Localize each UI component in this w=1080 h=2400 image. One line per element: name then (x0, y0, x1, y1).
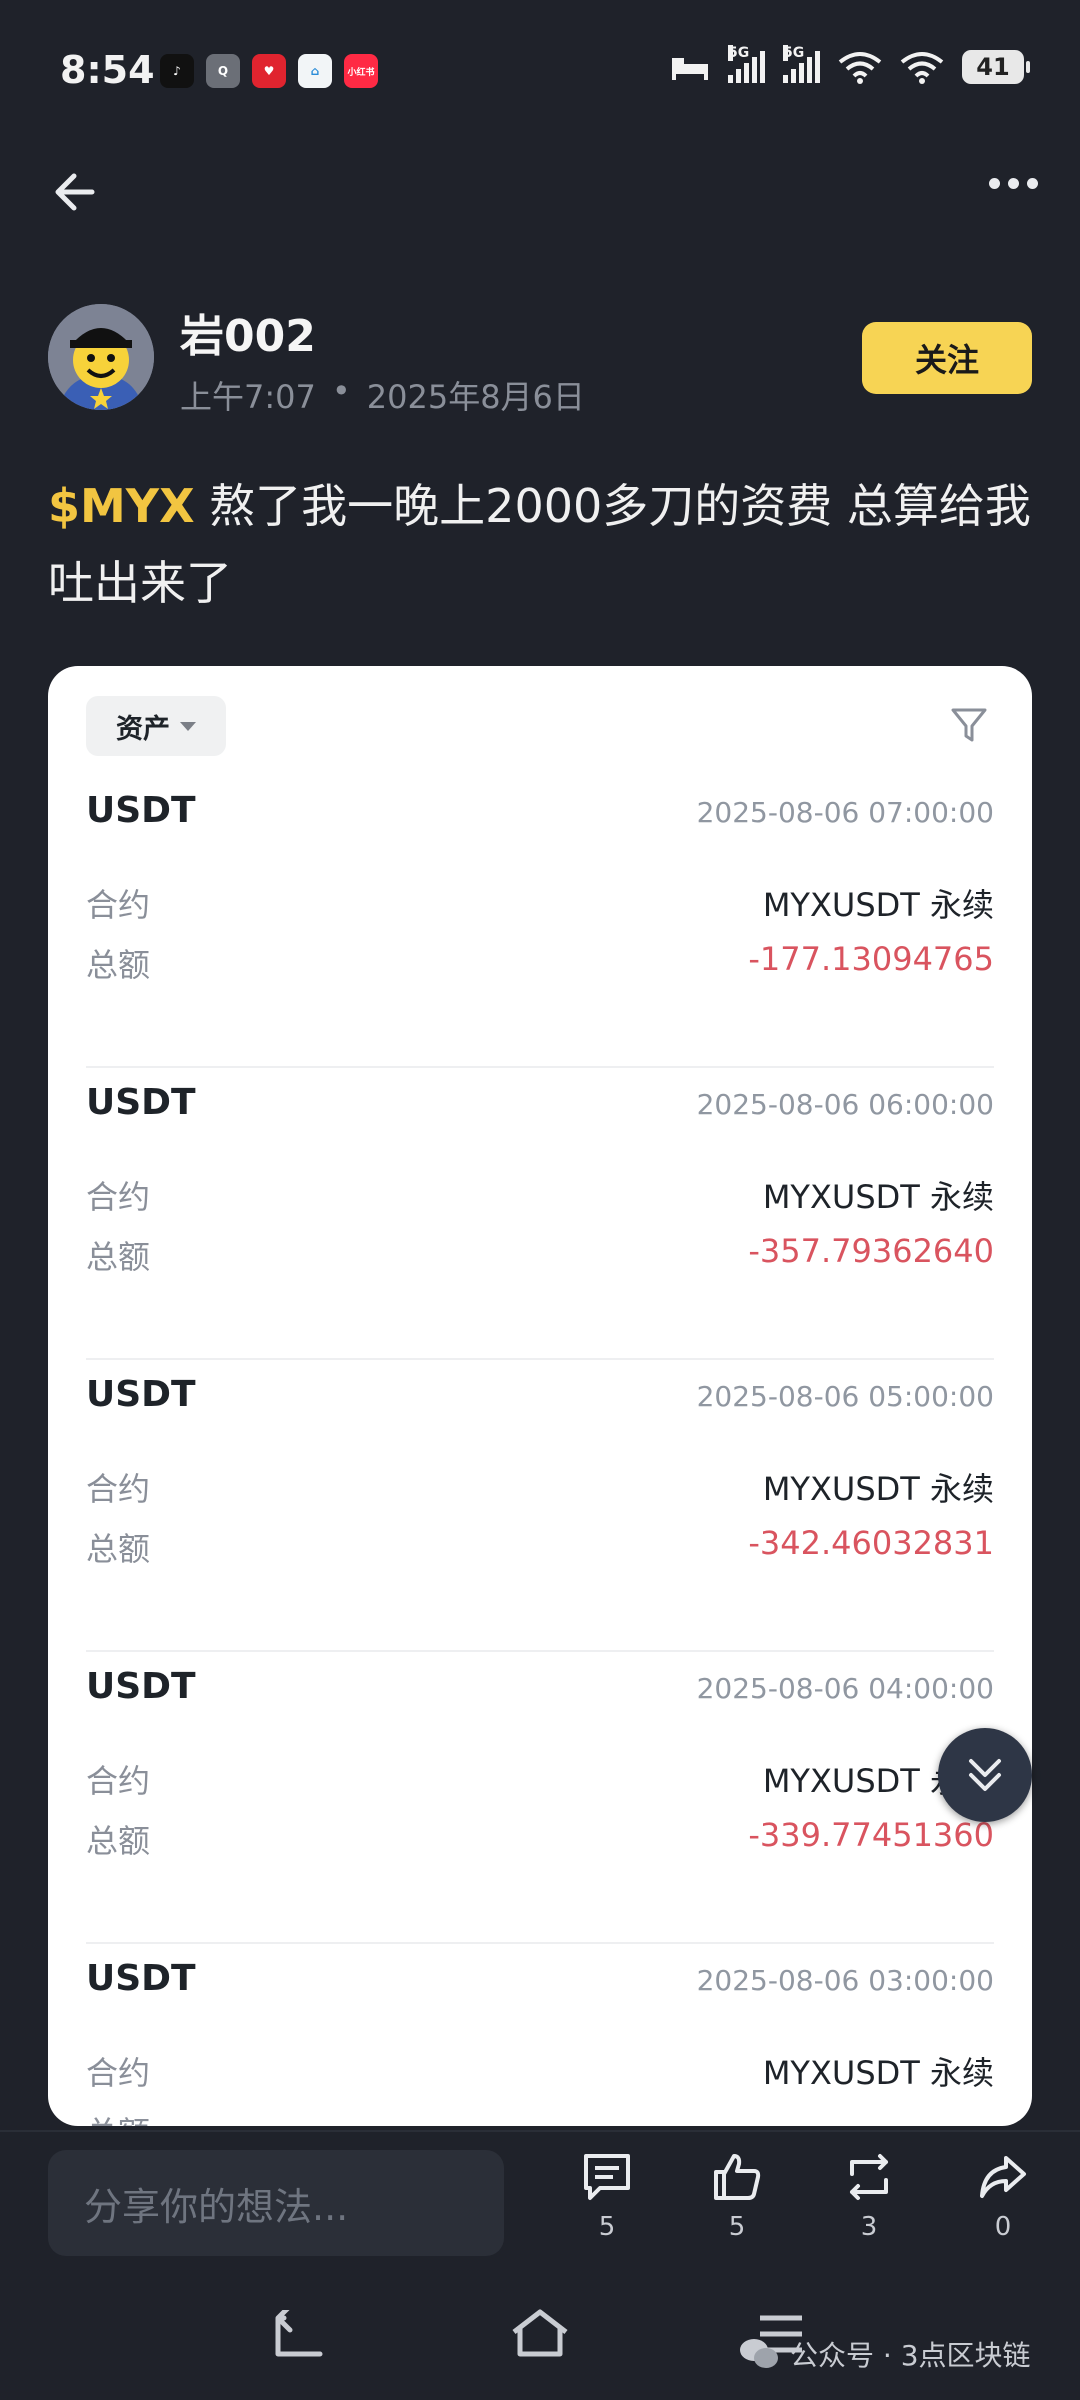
record-contract: MYXUSDT 永续 (762, 1470, 994, 1508)
status-app-icons: ♪ Q ♥ ⌂ 小红书 (160, 54, 378, 88)
tiktok-icon: ♪ (160, 54, 194, 88)
record-amount: -342.46032831 (748, 1524, 994, 1562)
home-app-icon: ⌂ (298, 54, 332, 88)
more-options-icon[interactable] (989, 178, 1038, 189)
list-item: USDT 2025-08-06 04:00:00 合约 MYXUSDT 永续 总… (86, 1652, 994, 1944)
asset-filter-dropdown[interactable]: 资产 (86, 696, 226, 756)
signal-icon-2: 5G (783, 45, 820, 83)
list-item: USDT 2025-08-06 07:00:00 合约 MYXUSDT 永续 总… (86, 776, 994, 1068)
contract-label: 合约 (86, 1762, 151, 1800)
record-time: 2025-08-06 04:00:00 (696, 1672, 994, 1705)
heart-app-icon: ♥ (252, 54, 286, 88)
record-time: 2025-08-06 03:00:00 (696, 1964, 994, 1997)
battery-indicator: 41 (962, 50, 1030, 84)
share-count: 0 (994, 2212, 1012, 2242)
comment-icon (584, 2154, 630, 2200)
contract-label: 合约 (86, 1470, 151, 1508)
comment-input[interactable]: 分享你的想法... (48, 2150, 504, 2256)
record-contract: MYXUSDT 永续 (762, 1178, 994, 1216)
post-date: 2025年8月6日 (366, 378, 585, 416)
like-button[interactable]: 5 (692, 2150, 782, 2242)
comment-button[interactable]: 5 (562, 2150, 652, 2242)
filter-icon[interactable] (948, 704, 990, 746)
record-currency: USDT (86, 1082, 196, 1123)
record-amount: -357.79362640 (748, 1232, 994, 1270)
wifi-icon (838, 52, 882, 84)
record-time: 2025-08-06 06:00:00 (696, 1088, 994, 1121)
contract-label: 合约 (86, 1178, 151, 1216)
chevron-down-icon (180, 721, 196, 731)
scroll-down-button[interactable] (938, 1728, 1032, 1822)
post-time: 上午7:07 (180, 378, 316, 416)
meta-dot: • (331, 372, 351, 410)
repost-button[interactable]: 3 (824, 2150, 914, 2242)
back-arrow-icon[interactable] (46, 160, 110, 224)
double-chevron-down-icon (969, 1759, 1001, 1791)
record-amount: -177.13094765 (748, 940, 994, 978)
xiaohongshu-icon: 小红书 (344, 54, 378, 88)
amount-label: 总额 (86, 2108, 150, 2126)
repost-count: 3 (860, 2212, 878, 2242)
watermark: 公众号 · 3点区块链 (738, 2334, 1031, 2374)
list-item: USDT 2025-08-06 05:00:00 合约 MYXUSDT 永续 总… (86, 1360, 994, 1652)
share-button[interactable]: 0 (958, 2150, 1048, 2242)
signal-icon-1: 5G (728, 45, 765, 83)
record-currency: USDT (86, 1958, 196, 1999)
follow-button[interactable]: 关注 (862, 322, 1032, 394)
record-time: 2025-08-06 05:00:00 (696, 1380, 994, 1413)
record-contract: MYXUSDT 永续 (762, 886, 994, 924)
thumbs-up-icon (714, 2154, 761, 2200)
record-amount: -339.77451360 (748, 1816, 994, 1854)
post-text: $MYX 熬了我一晚上2000多刀的资费 总算给我吐出来了 (48, 468, 1038, 622)
watermark-text: 公众号 · 3点区块链 (790, 2339, 1031, 2372)
system-back-icon[interactable] (270, 2310, 330, 2362)
asset-filter-label: 资产 (116, 713, 170, 745)
contract-label: 合约 (86, 2054, 151, 2092)
list-item: USDT 2025-08-06 06:00:00 合约 MYXUSDT 永续 总… (86, 1068, 994, 1360)
bed-icon (672, 58, 708, 80)
author-name[interactable]: 岩002 (180, 300, 316, 364)
record-currency: USDT (86, 1374, 196, 1415)
app-icon: Q (206, 54, 240, 88)
ticker-link[interactable]: $MYX (48, 479, 195, 533)
amount-label: 总额 (86, 1238, 151, 1276)
status-right: 5G 5G 41 (670, 45, 1030, 84)
record-contract: MYXUSDT 永续 (762, 2054, 994, 2092)
network-label-2: 5G (783, 45, 805, 61)
wechat-icon (740, 2339, 778, 2368)
amount-label: 总额 (86, 1822, 151, 1860)
record-time: 2025-08-06 07:00:00 (696, 796, 994, 829)
record-currency: USDT (86, 1666, 196, 1707)
avatar-image (48, 304, 154, 410)
wifi-icon-2 (900, 52, 944, 84)
status-time: 8:54 (60, 48, 155, 92)
share-icon (980, 2156, 1026, 2198)
amount-label: 总额 (86, 946, 151, 984)
post-body: 熬了我一晚上2000多刀的资费 总算给我吐出来了 (48, 479, 1031, 610)
comment-count: 5 (598, 2212, 616, 2242)
contract-label: 合约 (86, 886, 151, 924)
amount-label: 总额 (86, 1530, 151, 1568)
post-meta: 上午7:07 • 2025年8月6日 (180, 372, 585, 418)
record-currency: USDT (86, 790, 196, 831)
like-count: 5 (728, 2212, 746, 2242)
repost-icon (850, 2154, 888, 2200)
funding-fee-card: 资产 USDT 2025-08-06 07:00:00 合约 MYXUSDT 永… (48, 666, 1032, 2126)
list-item: USDT 2025-08-06 03:00:00 合约 MYXUSDT 永续 总… (86, 1944, 994, 2126)
avatar[interactable] (48, 304, 154, 410)
network-label-1: 5G (728, 45, 750, 61)
system-home-icon[interactable] (510, 2308, 570, 2360)
